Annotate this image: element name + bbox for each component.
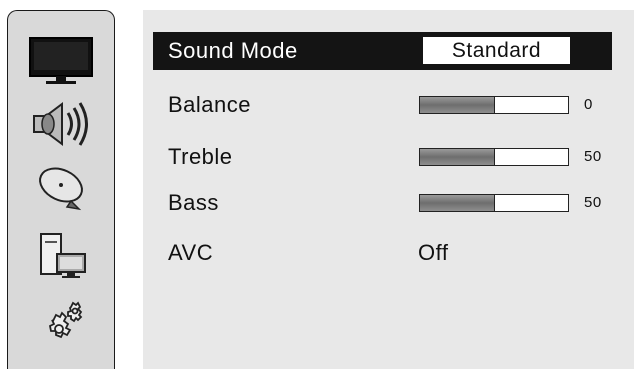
sidebar bbox=[7, 10, 115, 369]
menu-row-bass[interactable]: Bass 50 bbox=[153, 184, 612, 222]
sidebar-item-setup[interactable] bbox=[26, 295, 96, 357]
treble-slider-fill bbox=[420, 149, 495, 165]
computer-icon bbox=[40, 233, 86, 278]
balance-slider[interactable] bbox=[419, 96, 569, 114]
treble-value: 50 bbox=[584, 148, 602, 165]
bass-slider[interactable] bbox=[419, 194, 569, 212]
bass-value: 50 bbox=[584, 194, 602, 211]
avc-value[interactable]: Off bbox=[418, 240, 448, 266]
tv-icon bbox=[29, 37, 93, 84]
sidebar-item-sound[interactable] bbox=[26, 93, 96, 155]
treble-label: Treble bbox=[168, 144, 233, 169]
treble-slider[interactable] bbox=[419, 148, 569, 166]
gears-icon bbox=[48, 301, 83, 339]
sidebar-item-pc[interactable] bbox=[26, 223, 96, 285]
menu-row-avc[interactable]: AVC Off bbox=[153, 234, 612, 272]
balance-value: 0 bbox=[584, 96, 593, 113]
menu-row-sound-mode[interactable]: Sound Mode Standard bbox=[153, 32, 612, 70]
satellite-dish-icon bbox=[39, 167, 83, 211]
sound-mode-label: Sound Mode bbox=[168, 38, 298, 63]
menu-row-treble[interactable]: Treble 50 bbox=[153, 138, 612, 176]
sound-mode-value[interactable]: Standard bbox=[423, 37, 570, 64]
speaker-icon bbox=[33, 102, 88, 146]
balance-slider-fill bbox=[420, 97, 495, 113]
sidebar-item-picture[interactable] bbox=[26, 29, 96, 91]
bass-slider-fill bbox=[420, 195, 495, 211]
menu-row-balance[interactable]: Balance 0 bbox=[153, 86, 612, 124]
balance-label: Balance bbox=[168, 92, 252, 117]
sidebar-item-channel[interactable] bbox=[26, 157, 96, 219]
settings-panel: Sound Mode Standard Balance 0 Treble 50 … bbox=[143, 10, 634, 369]
avc-label: AVC bbox=[168, 240, 214, 265]
bass-label: Bass bbox=[168, 190, 219, 215]
